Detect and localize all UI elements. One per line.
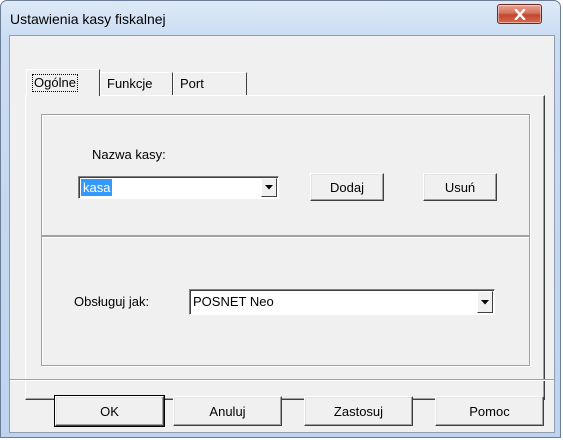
- handle-as-select[interactable]: POSNET Neo: [189, 289, 495, 315]
- close-icon: [513, 8, 526, 20]
- chevron-down-icon: [481, 299, 489, 304]
- title-bar[interactable]: Ustawienia kasy fiskalnej: [1, 1, 560, 31]
- register-name-value: kasa: [81, 179, 113, 196]
- help-button[interactable]: Pomoc: [435, 396, 544, 426]
- tab-ogolne[interactable]: Ogólne: [26, 69, 100, 96]
- handle-group: Obsługuj jak: POSNET Neo: [41, 236, 530, 366]
- register-dropdown-button[interactable]: [261, 178, 277, 197]
- tab-port[interactable]: Port: [173, 72, 247, 95]
- chevron-down-icon: [265, 185, 273, 190]
- register-name-select[interactable]: kasa: [78, 176, 279, 199]
- dialog-client-area: Ogólne Funkcje Port Nazwa kasy: kasa Dod…: [9, 35, 555, 433]
- handle-as-label: Obsługuj jak:: [74, 294, 150, 309]
- remove-register-button[interactable]: Usuń: [423, 173, 497, 201]
- tab-funkcje[interactable]: Funkcje: [100, 72, 173, 95]
- ok-button[interactable]: OK: [54, 395, 165, 427]
- tab-label: Funkcje: [107, 76, 153, 91]
- dialog-window: Ustawienia kasy fiskalnej Ogólne Funkcje…: [0, 0, 561, 438]
- tab-label: Port: [180, 76, 204, 91]
- window-title: Ustawienia kasy fiskalnej: [10, 11, 166, 27]
- register-name-label: Nazwa kasy:: [92, 147, 166, 162]
- apply-button[interactable]: Zastosuj: [304, 396, 413, 426]
- tab-panel-ogolne: Nazwa kasy: kasa Dodaj Usuń Obsługuj jak…: [25, 95, 545, 400]
- handle-as-value: POSNET Neo: [193, 294, 274, 309]
- register-group: Nazwa kasy: kasa Dodaj Usuń: [41, 114, 530, 236]
- footer-separator: [10, 379, 554, 381]
- handle-dropdown-button[interactable]: [477, 291, 493, 313]
- tab-label: Ogólne: [32, 74, 78, 92]
- close-button[interactable]: [497, 4, 542, 24]
- add-register-button[interactable]: Dodaj: [310, 173, 384, 201]
- cancel-button[interactable]: Anuluj: [173, 396, 282, 426]
